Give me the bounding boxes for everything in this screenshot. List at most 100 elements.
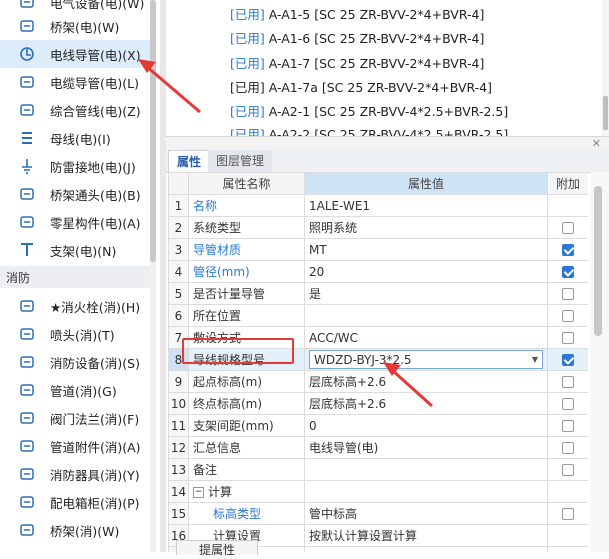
tree-list-item[interactable]: [已用] A-A2-1 [SC 25 ZR-BVV-4*2.5+BVR-2.5] xyxy=(230,101,508,120)
used-tag: [已用] xyxy=(230,56,265,71)
property-row[interactable]: 10 终点标高(m) 层底标高+2.6 xyxy=(168,392,588,415)
column-header-extra[interactable]: 附加 xyxy=(547,172,588,195)
tree-scrollbar-thumb[interactable] xyxy=(603,96,608,130)
column-header-value[interactable]: 属性值 xyxy=(304,172,548,195)
property-row[interactable]: 3 导管材质 MT xyxy=(168,238,588,261)
sidebar-item[interactable]: 零星构件(电)(A) xyxy=(0,208,150,236)
grid-scrollbar-thumb[interactable] xyxy=(594,186,602,336)
sidebar-scrollbar-thumb[interactable] xyxy=(150,0,156,262)
hydrant-icon xyxy=(18,297,36,315)
chevron-down-icon[interactable]: ▼ xyxy=(532,355,538,364)
close-icon[interactable]: ✕ xyxy=(592,137,601,150)
sidebar-item[interactable]: 消防设备(消)(S) xyxy=(0,348,150,376)
property-value[interactable]: 是 xyxy=(304,282,548,305)
fire-device-icon xyxy=(18,353,36,371)
property-value[interactable]: 电线导管(电) xyxy=(304,436,548,459)
extra-checkbox[interactable] xyxy=(562,442,574,454)
property-name[interactable]: − 计算 xyxy=(188,480,305,503)
property-value[interactable]: 0 xyxy=(304,414,548,437)
sidebar-item[interactable]: 管道(消)(G) xyxy=(0,376,150,404)
property-value[interactable]: 1ALE-WE1 xyxy=(304,194,548,217)
sidebar-item[interactable]: 消防器具(消)(Y) xyxy=(0,460,150,488)
extra-cell xyxy=(547,326,588,349)
sidebar-item[interactable]: 电线导管(电)(X) xyxy=(0,40,150,68)
property-row[interactable]: 4 管径(mm) 20 xyxy=(168,260,588,283)
tree-list-item[interactable]: [已用] A-A2-2 [SC 25 ZR-BVV-4*2.5+BVR-2.5] xyxy=(230,124,508,136)
property-value[interactable]: MT xyxy=(304,238,548,261)
property-row[interactable]: 1 名称 1ALE-WE1 xyxy=(168,194,588,217)
collapse-icon[interactable]: − xyxy=(193,487,204,498)
extra-checkbox[interactable] xyxy=(562,332,574,344)
property-row[interactable]: 6 所在位置 xyxy=(168,304,588,327)
component-icon xyxy=(18,213,36,231)
extra-checkbox[interactable] xyxy=(562,508,574,520)
sidebar-item-label: 综合管线(电)(Z) xyxy=(50,103,141,119)
row-number: 3 xyxy=(168,238,189,261)
sidebar-item[interactable]: 电缆导管(电)(L) xyxy=(0,68,150,96)
row-number: 11 xyxy=(168,414,189,437)
device-icon xyxy=(18,0,36,11)
property-row[interactable]: 12 汇总信息 电线导管(电) xyxy=(168,436,588,459)
extra-checkbox[interactable] xyxy=(562,354,574,366)
property-row[interactable]: 13 备注 xyxy=(168,458,588,481)
row-number: 4 xyxy=(168,260,189,283)
tab-properties[interactable]: 属性 xyxy=(168,150,211,173)
property-row[interactable]: 5 是否计量导管是 xyxy=(168,282,588,305)
extra-checkbox[interactable] xyxy=(562,222,574,234)
tree-list-item[interactable]: [已用] A-A1-7 [SC 25 ZR-BVV-2*4+BVR-4] xyxy=(230,53,484,72)
property-value[interactable]: 管中标高 xyxy=(304,502,548,525)
property-row[interactable]: 11 支架间距(mm) 0 xyxy=(168,414,588,437)
tree-list-item[interactable]: [已用] A-A1-7a [SC 25 ZR-BVV-2*4+BVR-4] xyxy=(230,77,492,96)
extra-checkbox[interactable] xyxy=(562,266,574,278)
sidebar-item[interactable]: 阀门法兰(消)(F) xyxy=(0,404,150,432)
extra-checkbox[interactable] xyxy=(562,398,574,410)
tree-list-item[interactable]: [已用] A-A1-6 [SC 25 ZR-BVV-2*4+BVR-4] xyxy=(230,28,484,47)
extra-checkbox[interactable] xyxy=(562,376,574,388)
tab-layer-management[interactable]: 图层管理 xyxy=(208,150,273,172)
conduit-icon xyxy=(18,45,36,63)
sidebar-item[interactable]: 桥架(消)(W) xyxy=(0,516,150,544)
property-value[interactable]: ACC/WC xyxy=(304,326,548,349)
property-row[interactable]: 15 标高类型 管中标高 xyxy=(168,502,588,525)
row-number: 10 xyxy=(168,392,189,415)
sidebar-item[interactable]: 桥架(电)(W) xyxy=(0,12,150,40)
sidebar-item-label: 桥架通头(电)(B) xyxy=(50,187,141,203)
sidebar-item[interactable]: ★消火栓(消)(H) xyxy=(0,292,150,320)
wire-spec-dropdown[interactable]: WDZD-BYJ-3*2.5 ▼ xyxy=(309,350,543,369)
extra-checkbox[interactable] xyxy=(562,420,574,432)
sidebar-item-label: 电线导管(电)(X) xyxy=(50,47,141,63)
sidebar-item[interactable]: 桥架通头(电)(B) xyxy=(0,180,150,208)
property-value[interactable] xyxy=(304,480,548,503)
property-value[interactable]: WDZD-BYJ-3*2.5 ▼ xyxy=(304,348,548,371)
sidebar-item[interactable]: 母线(电)(I) xyxy=(0,124,150,152)
extra-checkbox[interactable] xyxy=(562,244,574,256)
sidebar-item[interactable]: 综合管线(电)(Z) xyxy=(0,96,150,124)
property-value[interactable]: 按默认计算设置计算 xyxy=(304,524,548,547)
column-header-name[interactable]: 属性名称 xyxy=(188,172,305,195)
property-value[interactable]: 层底标高+2.6 xyxy=(304,392,548,415)
extra-checkbox[interactable] xyxy=(562,288,574,300)
sidebar-item[interactable]: 管道附件(消)(A) xyxy=(0,432,150,460)
property-row[interactable]: 14− 计算 xyxy=(168,480,588,503)
property-value[interactable] xyxy=(304,546,548,552)
property-value[interactable]: 照明系统 xyxy=(304,216,548,239)
property-value[interactable]: 层底标高+2.6 xyxy=(304,370,548,393)
row-number: 9 xyxy=(168,370,189,393)
property-name: 名称 xyxy=(188,194,305,217)
property-row[interactable]: 2 系统类型 照明系统 xyxy=(168,216,588,239)
property-value[interactable]: 20 xyxy=(304,260,548,283)
property-value[interactable] xyxy=(304,304,548,327)
tree-list-item[interactable]: [已用] A-A1-5 [SC 25 ZR-BVV-2*4+BVR-4] xyxy=(230,4,484,23)
sidebar-item[interactable]: 配电箱柜(消)(P) xyxy=(0,488,150,516)
property-row[interactable]: 9 起点标高(m) 层底标高+2.6 xyxy=(168,370,588,393)
extra-checkbox[interactable] xyxy=(562,464,574,476)
sprinkler-icon xyxy=(18,325,36,343)
sidebar-item[interactable]: 喷头(消)(T) xyxy=(0,320,150,348)
pick-properties-button[interactable]: 提属性 xyxy=(176,540,258,557)
sidebar-item[interactable]: 防雷接地(电)(J) xyxy=(0,152,150,180)
sidebar-item-label: ★消火栓(消)(H) xyxy=(50,299,141,315)
property-value[interactable] xyxy=(304,458,548,481)
sidebar-item[interactable]: 支架(电)(N) xyxy=(0,236,150,264)
extra-checkbox[interactable] xyxy=(562,310,574,322)
row-number: 13 xyxy=(168,458,189,481)
